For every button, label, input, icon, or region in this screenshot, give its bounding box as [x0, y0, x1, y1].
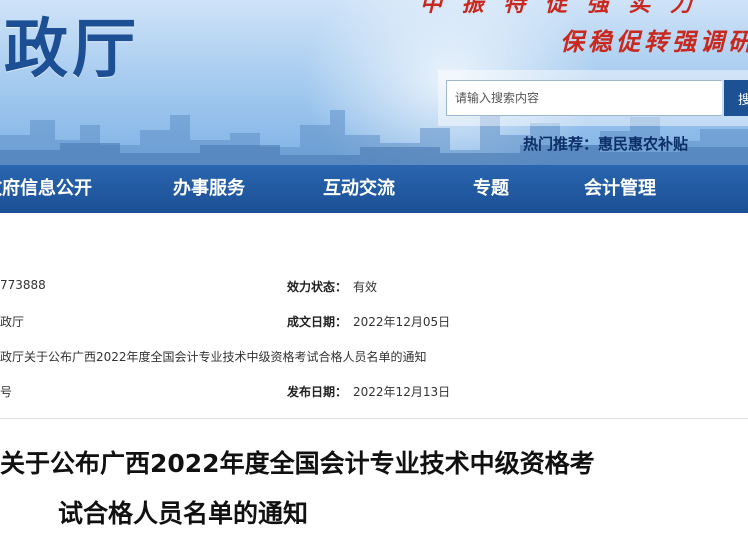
- nav-item-accounting[interactable]: 会计管理: [584, 165, 656, 213]
- nav-item-topics[interactable]: 专题: [473, 165, 509, 213]
- header-banner: 政厅 中 振 特 促 强 实 力 保稳促转强调研 搜 热门推荐：惠民惠农补贴: [0, 0, 748, 165]
- document-name-value: 政厅关于公布广西2022年度全国会计专业技术中级资格考试合格人员名单的通知: [0, 350, 427, 364]
- hot-recommend-label: 热门推荐：: [523, 135, 599, 153]
- nav-item-interaction[interactable]: 互动交流: [323, 165, 395, 213]
- issuer-value: 政厅: [0, 315, 25, 329]
- validity-label: 效力状态：: [287, 280, 348, 294]
- article-title-line-2: 试合格人员名单的通知: [58, 499, 309, 528]
- publish-date-row: 发布日期： 2022年12月13日: [287, 383, 450, 400]
- validity-value: 有效: [353, 280, 378, 294]
- site-title[interactable]: 政厅: [4, 10, 140, 90]
- article-title-line-1: 关于公布广西2022年度全国会计专业技术中级资格考: [0, 449, 595, 478]
- slogan: 保稳促转强调研: [560, 27, 748, 56]
- nav-item-services[interactable]: 办事服务: [173, 165, 245, 213]
- hot-recommend: 热门推荐：惠民惠农补贴: [523, 133, 688, 154]
- nav-item-gov-info[interactable]: 政府信息公开: [0, 165, 92, 213]
- search-input[interactable]: [446, 80, 722, 116]
- search-button[interactable]: 搜: [724, 80, 748, 116]
- hot-recommend-link[interactable]: 惠民惠农补贴: [598, 135, 688, 153]
- publish-date-label: 发布日期：: [287, 385, 348, 399]
- validity-row: 效力状态： 有效: [287, 278, 377, 295]
- publish-date-value: 2022年12月13日: [353, 385, 451, 399]
- index-number-value: 773888: [0, 278, 46, 292]
- written-date-value: 2022年12月05日: [353, 315, 451, 329]
- slogan-top: 中 振 特 促 强 实 力: [420, 0, 698, 17]
- written-date-label: 成文日期：: [287, 315, 348, 329]
- main-nav: 政府信息公开 办事服务 互动交流 专题 会计管理: [0, 165, 748, 213]
- document-number-value: 号: [0, 385, 13, 399]
- document-info-table: 773888 政厅 政厅关于公布广西2022年度全国会计专业技术中级资格考试合格…: [0, 213, 748, 419]
- written-date-row: 成文日期： 2022年12月05日: [287, 313, 450, 330]
